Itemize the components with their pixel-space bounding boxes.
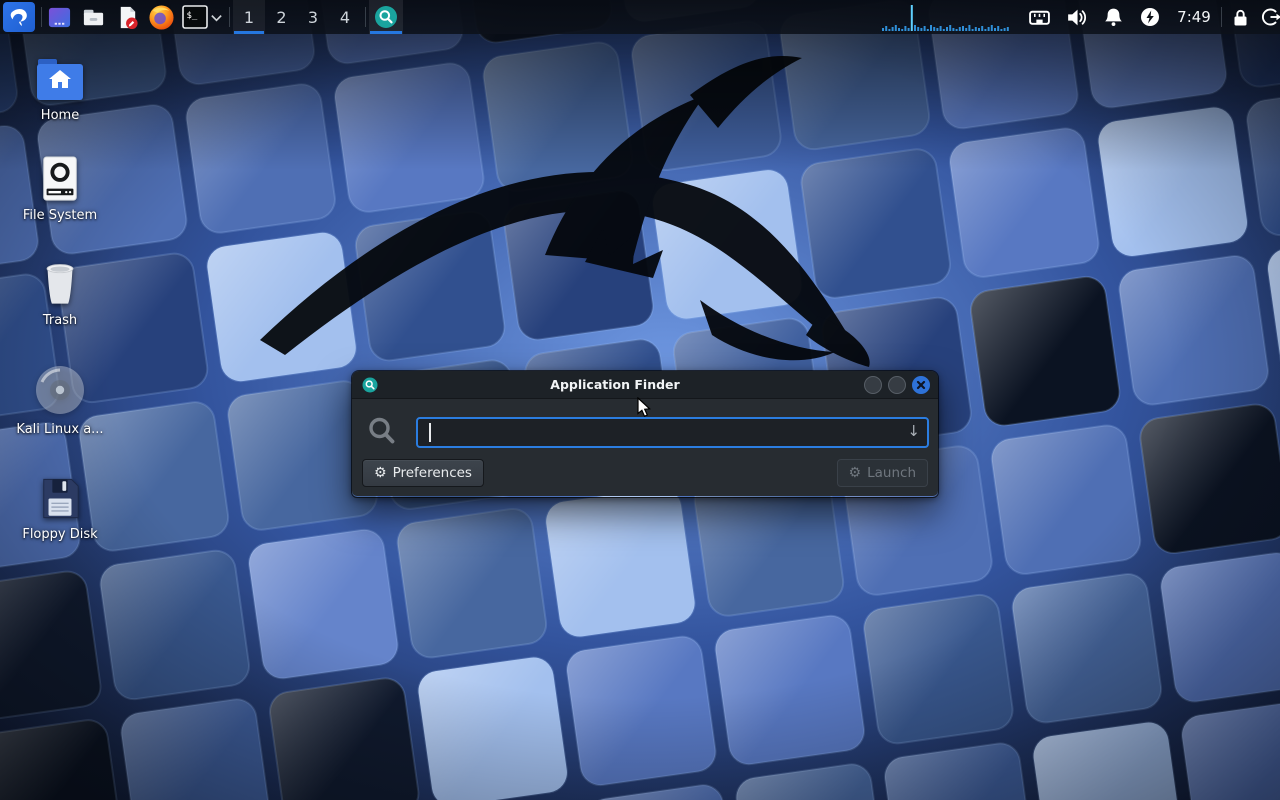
desktop-icon-label: Home bbox=[41, 108, 79, 123]
power-manager-tray-icon[interactable] bbox=[1135, 0, 1165, 34]
speaker-icon bbox=[1065, 6, 1088, 29]
launcher-firefox[interactable] bbox=[146, 0, 176, 34]
text-editor-icon bbox=[115, 5, 140, 30]
launcher-dashboard[interactable] bbox=[45, 0, 73, 34]
hard-drive-icon bbox=[37, 156, 83, 202]
desktop: Home File System Trash Kali Linux a... bbox=[0, 0, 1280, 800]
titlebar[interactable]: Application Finder bbox=[352, 371, 938, 399]
clock[interactable]: 7:49 bbox=[1170, 0, 1218, 34]
volume-tray-icon[interactable] bbox=[1060, 0, 1092, 34]
terminal-icon: $_ bbox=[182, 5, 208, 29]
launcher-text-editor[interactable] bbox=[113, 0, 141, 34]
workspace-2[interactable]: 2 bbox=[266, 0, 298, 34]
desktop-icon-home[interactable]: Home bbox=[0, 58, 120, 123]
terminal-dropdown[interactable] bbox=[208, 0, 224, 34]
gear-icon: ⚙ bbox=[374, 466, 387, 480]
minimize-button[interactable] bbox=[864, 376, 882, 394]
trash-can-icon bbox=[37, 260, 83, 307]
cd-disc-icon bbox=[34, 364, 86, 416]
dropdown-arrow-icon[interactable]: ↓ bbox=[907, 422, 920, 440]
lock-screen-button[interactable] bbox=[1226, 0, 1254, 34]
desktop-icon-label: File System bbox=[23, 208, 97, 223]
dashboard-icon bbox=[47, 5, 72, 30]
search-field-wrap: ↓ bbox=[416, 417, 929, 448]
desktop-icon-floppy-disk[interactable]: Floppy Disk bbox=[0, 476, 120, 542]
bell-icon bbox=[1102, 6, 1125, 29]
notifications-tray-icon[interactable] bbox=[1098, 0, 1128, 34]
network-tray-icon[interactable] bbox=[1024, 0, 1054, 34]
desktop-icon-trash[interactable]: Trash bbox=[0, 260, 120, 328]
maximize-button[interactable] bbox=[888, 376, 906, 394]
app-finder-panel-button[interactable] bbox=[369, 0, 403, 34]
workspace-1[interactable]: 1 bbox=[233, 0, 265, 34]
kali-dragon-icon bbox=[7, 5, 31, 29]
workspace-4[interactable]: 4 bbox=[329, 0, 361, 34]
kali-menu-button[interactable] bbox=[3, 2, 35, 32]
launch-gear-icon: ⚙ bbox=[849, 466, 862, 480]
close-button[interactable] bbox=[912, 376, 930, 394]
firefox-icon bbox=[148, 4, 175, 31]
chevron-down-icon bbox=[210, 11, 223, 24]
logout-icon bbox=[1260, 6, 1280, 28]
desktop-icon-label: Trash bbox=[43, 313, 77, 328]
search-icon bbox=[374, 5, 398, 29]
lock-icon bbox=[1230, 7, 1251, 28]
ethernet-icon bbox=[1028, 6, 1051, 29]
top-panel: $_ 1 2 3 4 bbox=[0, 0, 1280, 34]
preferences-button[interactable]: ⚙ Preferences bbox=[362, 459, 484, 487]
battery-power-icon bbox=[1139, 6, 1161, 28]
desktop-icon-label: Kali Linux a... bbox=[16, 422, 103, 437]
desktop-icon-kali-cd[interactable]: Kali Linux a... bbox=[0, 364, 120, 437]
search-icon bbox=[366, 415, 398, 447]
home-folder-icon bbox=[36, 58, 84, 102]
workspace-active-indicator bbox=[234, 31, 264, 34]
desktop-icon-file-system[interactable]: File System bbox=[0, 156, 120, 223]
window-title: Application Finder bbox=[352, 377, 878, 392]
floppy-disk-icon bbox=[38, 476, 82, 521]
logout-button[interactable] bbox=[1256, 0, 1280, 34]
launch-button[interactable]: ⚙ Launch bbox=[837, 459, 928, 487]
desktop-icon-label: Floppy Disk bbox=[22, 527, 97, 542]
file-manager-icon bbox=[81, 5, 106, 30]
mouse-cursor bbox=[637, 397, 657, 419]
finder-active-indicator bbox=[370, 31, 402, 34]
close-icon bbox=[916, 380, 926, 390]
launcher-file-manager[interactable] bbox=[79, 0, 107, 34]
launcher-terminal[interactable]: $_ bbox=[181, 0, 209, 34]
cpu-graph-widget[interactable] bbox=[880, 0, 1012, 34]
text-caret bbox=[429, 423, 431, 442]
search-input[interactable] bbox=[416, 417, 929, 448]
application-finder-window: Application Finder ↓ bbox=[352, 371, 938, 497]
workspace-3[interactable]: 3 bbox=[297, 0, 329, 34]
svg-text:$_: $_ bbox=[187, 11, 198, 21]
